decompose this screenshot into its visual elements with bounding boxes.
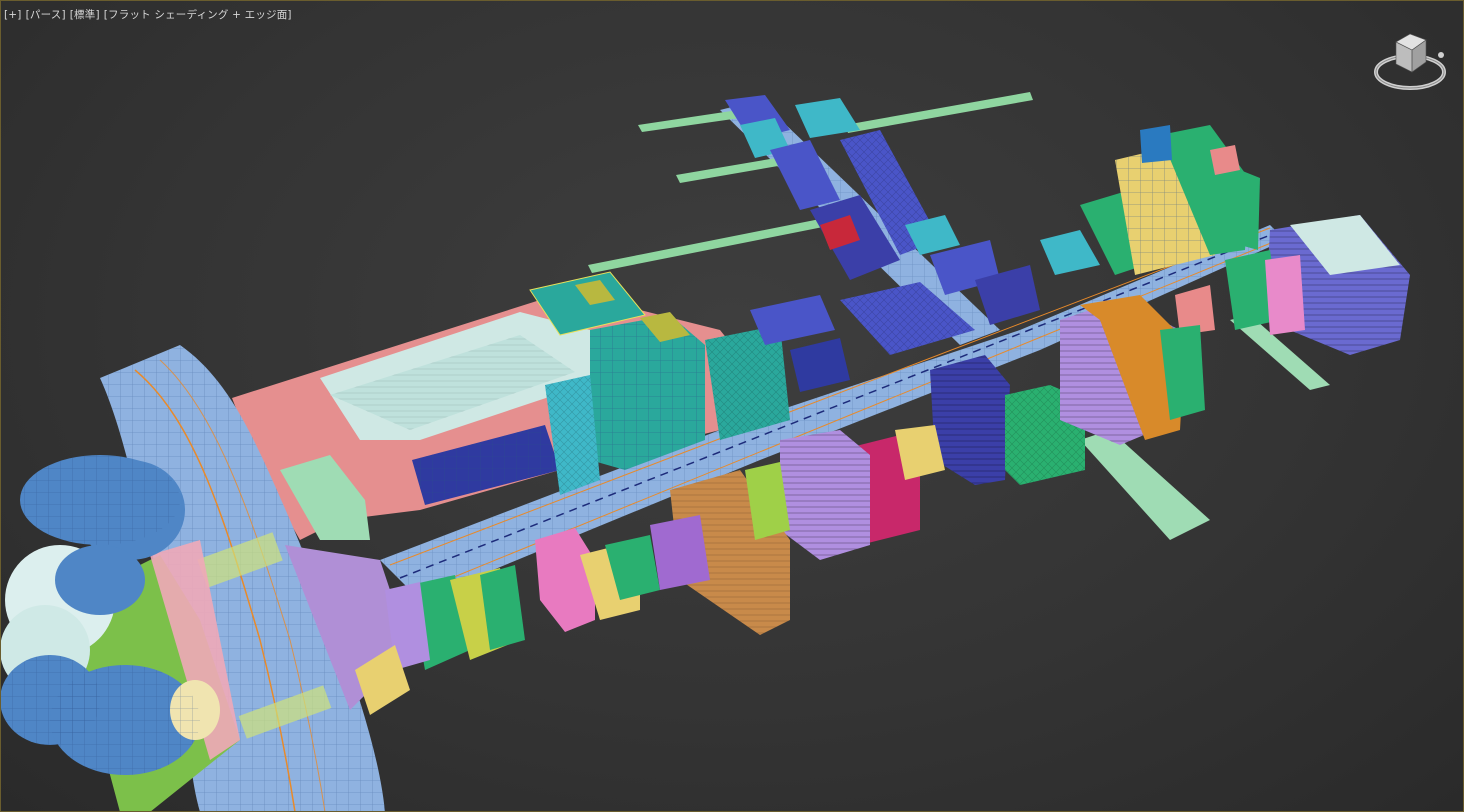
scene-render[interactable]	[0, 0, 1464, 812]
3d-viewport[interactable]: [+] [パース] [標準] [フラット シェーディング + エッジ面]	[0, 0, 1464, 812]
viewcube-icon[interactable]	[1370, 28, 1450, 98]
